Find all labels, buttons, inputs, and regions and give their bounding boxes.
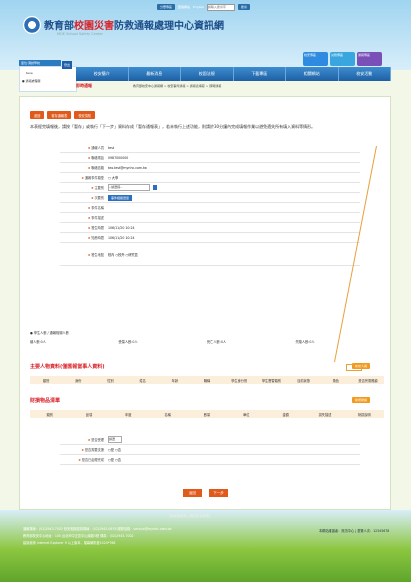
page: 分眾專區 雙語網站 English 請輸入搜尋字 搜尋 教育部校園災害防救通報處… <box>19 0 391 582</box>
persons-section-title: 主要人物資料(僅匯報當事人資料) <box>30 364 105 370</box>
nav-item-0[interactable]: 校安簡介 <box>76 67 129 81</box>
moe-logo-icon[interactable] <box>23 16 41 34</box>
nav-item-3[interactable]: 下載專區 <box>234 67 286 81</box>
form-row: 是否已處理完成○是 ○否 <box>60 455 360 465</box>
done-radio[interactable]: ○是 ○否 <box>108 457 121 462</box>
quick-link-0[interactable]: 校安專區 <box>303 52 328 66</box>
student-count-row: 總人數:0人 受傷人數:0人 死亡人數:0人 失蹤人數:0人 <box>30 340 315 344</box>
footer-line-1: 通報專線：(02)2943-7002 校安相關諮詢專線：(02)2943-067… <box>23 527 172 531</box>
form-row: 事件名稱 <box>60 203 360 213</box>
form-row: 通報事件類型○ 大學 <box>60 173 360 183</box>
next-step-button[interactable]: 下一步 <box>209 489 228 497</box>
known-time-field[interactable]: 106/11/20 10:24 <box>108 236 135 240</box>
nav-item-5[interactable]: 校安活動 <box>339 67 391 81</box>
form-row: 發生時間106/11/20 10:24 <box>60 223 360 233</box>
breadcrumb-path: 教育部校安中心通報網 > 校安事件通報 > 通報表填寫 > 即時通報 <box>132 84 222 88</box>
breadcrumb: 即時通報 教育部校安中心通報網 > 校安事件通報 > 通報表填寫 > 即時通報 <box>76 83 391 91</box>
support-radio[interactable]: ○是 ○否 <box>108 447 121 452</box>
main-nav: 校安簡介 最新消息 校園法規 下載專區 相關網站 校安活動 <box>76 67 391 81</box>
annotation-highlight-box <box>346 364 362 371</box>
form-row: 是否受理請選 <box>60 435 360 445</box>
form-row: 知悉時間106/11/20 10:24 <box>60 233 360 243</box>
form-row: 事件描述 <box>60 213 360 223</box>
student-count-head: ● 學生人數 / 通報相關人數 <box>30 331 69 335</box>
quick-link-2[interactable]: 通報專區 <box>357 52 382 66</box>
logout-button[interactable]: 登出 <box>62 61 72 69</box>
footer-links[interactable]: [隱私權政策] [網站安全政策] <box>169 513 210 518</box>
action-buttons: 返回 暫存通報表 校安須知 <box>30 111 96 119</box>
report-form-panel: 返回 暫存通報表 校安須知 本表經完填報後，請按「暫存」或執行「下一步」資料存成… <box>19 96 391 510</box>
nav-item-1[interactable]: 最新消息 <box>129 67 181 81</box>
status-form: 是否受理請選 是否需要支援○是 ○否 是否已處理完成○是 ○否 <box>60 435 360 465</box>
event-type-radio[interactable]: ○ 大學 <box>108 175 118 180</box>
accept-select[interactable]: 請選 <box>108 436 122 443</box>
user-role: ● 通報處理者 <box>22 79 41 83</box>
form-row: 聯絡電話0987000000 <box>60 153 360 163</box>
section-title: 即時通報 <box>76 83 92 88</box>
quick-link-1[interactable]: 災防專區 <box>330 52 355 66</box>
back-button[interactable]: 返回 <box>30 111 45 119</box>
site-subtitle: MOE School Safety Center <box>57 32 103 36</box>
location-radio[interactable]: 校內 ○校外 ○研究區 <box>108 252 138 257</box>
sub-category-button[interactable]: 事件相關選單 <box>108 194 133 201</box>
topbar-link-2[interactable]: English <box>193 5 204 9</box>
footer-right: 本網站維護者：資訊中心 | 瀏覽人次：12345678 <box>319 529 390 533</box>
report-form: 通報人員test 聯絡電話0987000000 聯絡信箱teo.test@myn… <box>60 143 360 266</box>
form-row: 次要別事件相關選單 <box>60 193 360 203</box>
footer-line-2: 教育部校安中心地址：100 台北市中正區中山南路5號 傳真：(02)2943-7… <box>23 534 134 538</box>
main-category-select[interactable]: --請選擇-- <box>108 184 150 191</box>
form-row: 發生地點校內 ○校外 ○研究區 <box>60 243 360 266</box>
form-row: 通報人員test <box>60 143 360 153</box>
nav-item-2[interactable]: 校園法規 <box>181 67 234 81</box>
occur-time-field[interactable]: 106/11/20 10:24 <box>108 226 135 230</box>
user-panel-body: 登出 teoe ● 通報處理者 <box>19 61 77 92</box>
back-bottom-button[interactable]: 返回 <box>183 489 202 497</box>
guide-button[interactable]: 校安須知 <box>74 111 96 119</box>
nav-item-4[interactable]: 相關網站 <box>286 67 339 81</box>
form-row: 聯絡信箱teo.test@mynhc.com.tw <box>60 163 360 173</box>
user-panel: 單位:測試學校 登出 teoe ● 通報處理者 <box>19 60 77 100</box>
damage-table-header: 類別 品項 年度 名稱 數量 單位 金額 損失描述 財損說明 <box>30 410 384 418</box>
site-title: 教育部校園災害防救通報處理中心資訊網 <box>44 21 224 32</box>
damage-section-title: 財損物品清單 <box>30 398 61 404</box>
site-footer: [隱私權政策] [網站安全政策] 通報專線：(02)2943-7002 校安相關… <box>19 513 391 553</box>
dropdown-arrow-icon[interactable] <box>153 185 157 190</box>
form-row: 主要別--請選擇-- <box>60 183 360 193</box>
persons-table-header: 類別 身份 性別 姓名 年齡 職稱 學生身分別 學生實習類別 目前狀態 角色 是否會需照顧 <box>30 376 384 384</box>
form-row: 是否需要支援○是 ○否 <box>60 445 360 455</box>
topbar-link-1[interactable]: 雙語網站 <box>178 5 190 9</box>
site-banner: 教育部校園災害防救通報處理中心資訊網 MOE School Safety Cen… <box>19 10 391 54</box>
footer-line-3: 建議使用 Internet Explorer 9 以上版本，螢幕解析度1024*… <box>23 541 116 545</box>
save-draft-button[interactable]: 暫存通報表 <box>47 111 72 119</box>
add-damage-button[interactable]: 新增財損 <box>352 397 371 403</box>
form-notice: 本表經完填報後，請按「暫存」或執行「下一步」資料存成「暫存通報表」，若未執行上述… <box>30 124 316 129</box>
